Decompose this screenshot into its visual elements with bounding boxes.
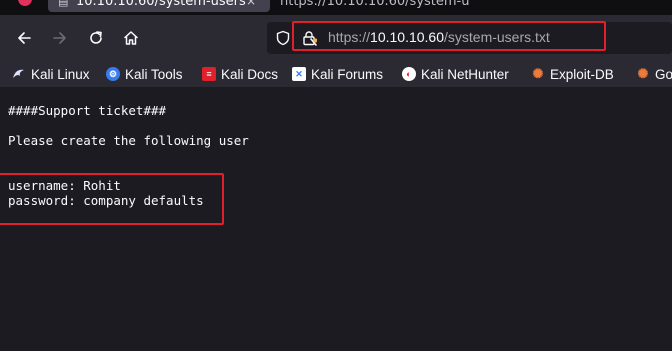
reload-icon [90,31,102,44]
forward-arrow-icon [53,32,66,44]
tab-inactive-title: https://10.10.10.60/system-u [280,0,470,9]
tab-strip: ▤ 10.10.10.60/system-users × https://10.… [0,0,672,15]
bookmark-kali-linux[interactable]: Kali Linux [12,65,90,83]
bookmark-label: Kali Forums [311,66,384,82]
back-arrow-icon [18,32,31,44]
bookmark-kali-forums[interactable]: ✕ Kali Forums [292,65,383,83]
bookmarks-toolbar: Kali Linux ⚙ Kali Tools ≡ Kali Docs ✕ Ka… [0,61,672,87]
back-button[interactable] [13,27,35,49]
reload-button[interactable] [85,27,107,49]
tracking-shield-icon[interactable] [275,30,291,50]
bookmark-label: Kali Docs [221,66,279,82]
tab-close-icon[interactable]: × [246,0,256,8]
tab-active-title: 10.10.10.60/system-users [76,0,246,9]
bookmark-kali-tools[interactable]: ⚙ Kali Tools [106,65,183,83]
kali-dragon-icon [12,67,26,81]
tab-inactive[interactable]: https://10.10.10.60/system-u [272,0,482,12]
ghdb-icon: ✺ [637,66,649,81]
credentials-annotation-box [0,173,224,225]
home-icon [124,31,138,45]
bookmark-label: Go [655,66,672,82]
bookmark-kali-nethunter[interactable]: ◐ Kali NetHunter [402,65,509,83]
bookmark-ghdb[interactable]: ✺ Go [636,65,672,83]
app-menu-icon[interactable] [18,0,32,6]
bookmark-exploit-db[interactable]: ✺ Exploit-DB [531,65,614,83]
bookmark-label: Exploit-DB [550,66,614,82]
kali-docs-icon: ≡ [202,67,216,81]
bookmark-label: Kali Linux [31,66,90,82]
tab-active[interactable]: ▤ 10.10.10.60/system-users × [48,0,270,12]
url-annotation-box [292,21,606,51]
bookmark-kali-docs[interactable]: ≡ Kali Docs [202,65,278,83]
kali-forums-icon: ✕ [292,67,306,81]
forward-button[interactable] [49,27,71,49]
bookmark-label: Kali Tools [125,66,183,82]
ticket-instruction: Please create the following user [8,133,249,148]
page-content: ####Support ticket### Please create the … [0,87,672,351]
page-icon: ▤ [58,0,69,8]
ticket-heading: ####Support ticket### [8,103,167,118]
kali-tools-icon: ⚙ [106,67,120,81]
home-button[interactable] [120,27,142,49]
nethunter-icon: ◐ [402,67,416,81]
exploit-db-icon: ✺ [532,66,544,81]
bookmark-label: Kali NetHunter [421,66,509,82]
